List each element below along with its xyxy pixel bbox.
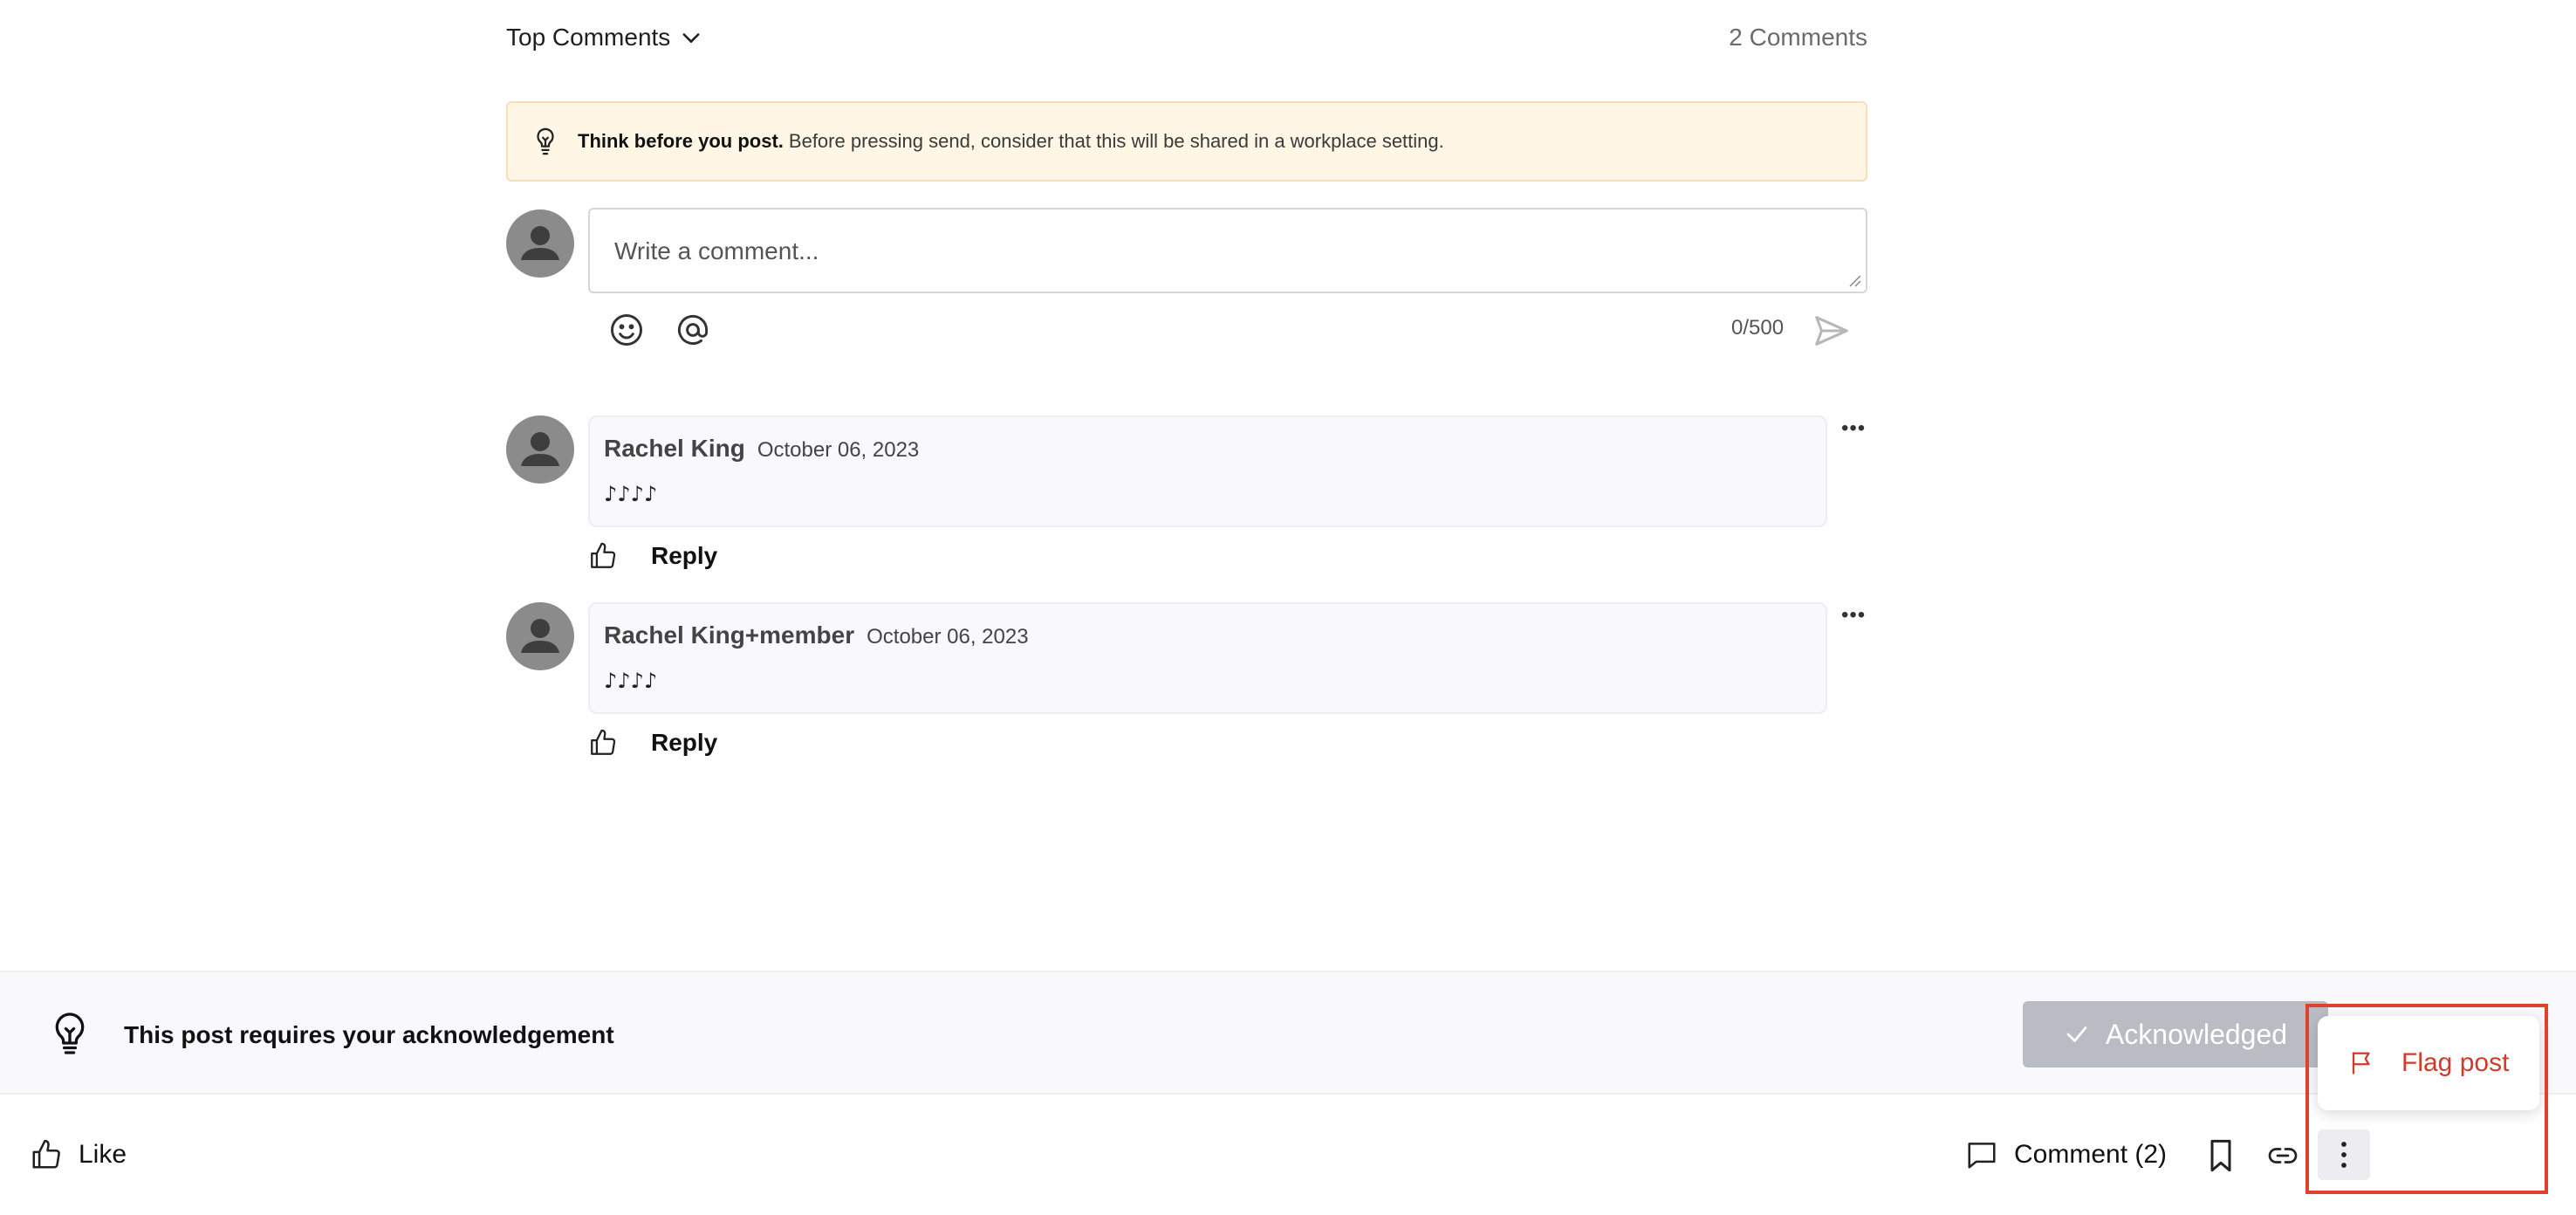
comment-card: Rachel King+member October 06, 2023 ♪♪♪♪ (588, 602, 1827, 714)
comment-placeholder: Write a comment... (614, 237, 819, 264)
post-action-bar: Like Comment (2) (0, 1096, 2576, 1215)
flag-post-label: Flag post (2401, 1048, 2510, 1077)
link-icon[interactable] (2265, 1140, 2300, 1171)
like-label: Like (79, 1140, 127, 1169)
comment-actions: Reply (588, 728, 717, 758)
comment-body: ♪♪♪♪ (604, 482, 658, 506)
reply-button[interactable]: Reply (651, 542, 717, 570)
banner-text: Before pressing send, consider that this… (788, 130, 1444, 152)
comment-actions: Reply (588, 541, 717, 571)
flag-post-menu-item[interactable]: Flag post (2318, 1016, 2539, 1110)
think-before-post-banner: Think before you post. Before pressing se… (506, 101, 1867, 182)
comment-input[interactable]: Write a comment... (588, 208, 1867, 293)
comment-card: Rachel King October 06, 2023 ♪♪♪♪ (588, 415, 1827, 527)
sort-label: Top Comments (506, 24, 671, 51)
user-avatar-icon (521, 226, 559, 260)
user-avatar-icon (521, 432, 559, 466)
char-count: 0/500 (1731, 316, 1785, 340)
bookmark-icon[interactable] (2206, 1138, 2236, 1173)
comment-count: 2 Comments (1729, 24, 1867, 51)
comment-date: October 06, 2023 (867, 625, 1029, 649)
comment-more-icon[interactable]: ••• (1841, 605, 1867, 626)
thumbs-up-icon[interactable] (588, 728, 618, 758)
kebab-menu-icon (2341, 1142, 2346, 1168)
comment-body: ♪♪♪♪ (604, 669, 658, 693)
user-avatar-icon (521, 619, 559, 653)
chevron-down-icon (682, 33, 700, 43)
comment-author[interactable]: Rachel King (604, 435, 745, 463)
thumbs-up-icon (32, 1139, 60, 1169)
acknowledgement-text: This post requires your acknowledgement (124, 1021, 614, 1048)
post-page: Top Comments 2 Comments Think before you… (0, 0, 2576, 1215)
avatar (506, 209, 574, 278)
mention-icon[interactable] (674, 311, 712, 349)
banner-bold: Think before you post. (578, 130, 784, 152)
comment-more-icon[interactable]: ••• (1841, 418, 1867, 439)
reply-button[interactable]: Reply (651, 729, 717, 757)
comments-header: Top Comments 2 Comments (506, 17, 1867, 58)
flag-icon (2352, 1052, 2370, 1074)
comment-icon (1968, 1143, 1996, 1169)
like-button[interactable]: Like (30, 1138, 127, 1171)
checkmark-icon (2066, 1026, 2087, 1042)
thumbs-up-icon[interactable] (588, 541, 618, 571)
acknowledged-label: Acknowledged (2105, 1018, 2288, 1050)
comment-button[interactable]: Comment (2) (1965, 1138, 2167, 1171)
send-icon[interactable] (1812, 311, 1852, 351)
resize-handle-icon[interactable] (1846, 272, 1862, 288)
banner-message: Think before you post. Before pressing se… (578, 130, 1444, 153)
lightbulb-icon (55, 1012, 85, 1054)
more-options-button[interactable] (2318, 1129, 2370, 1180)
comment-author[interactable]: Rachel King+member (604, 621, 854, 649)
acknowledged-button[interactable]: Acknowledged (2023, 1001, 2328, 1067)
comment-label: Comment (2) (2014, 1140, 2168, 1169)
lightbulb-icon (537, 127, 554, 155)
comment-date: October 06, 2023 (757, 438, 920, 462)
acknowledgement-bar: This post requires your acknowledgement … (0, 971, 2576, 1095)
avatar (506, 602, 574, 670)
emoji-icon[interactable] (607, 311, 646, 349)
sort-dropdown[interactable]: Top Comments (506, 24, 703, 51)
avatar (506, 415, 574, 484)
composer-tools (607, 311, 712, 349)
